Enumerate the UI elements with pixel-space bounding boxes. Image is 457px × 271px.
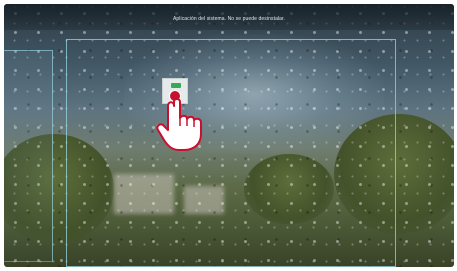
- drop-target-area[interactable]: [66, 39, 396, 267]
- side-panel[interactable]: [4, 50, 53, 262]
- status-bar: Aplicación del sistema. No se puede desi…: [4, 4, 454, 30]
- app-badge-icon: [171, 83, 181, 88]
- hand-pointer-icon: [156, 98, 202, 151]
- device-screen: Aplicación del sistema. No se puede desi…: [4, 4, 454, 267]
- system-message: Aplicación del sistema. No se puede desi…: [172, 16, 286, 22]
